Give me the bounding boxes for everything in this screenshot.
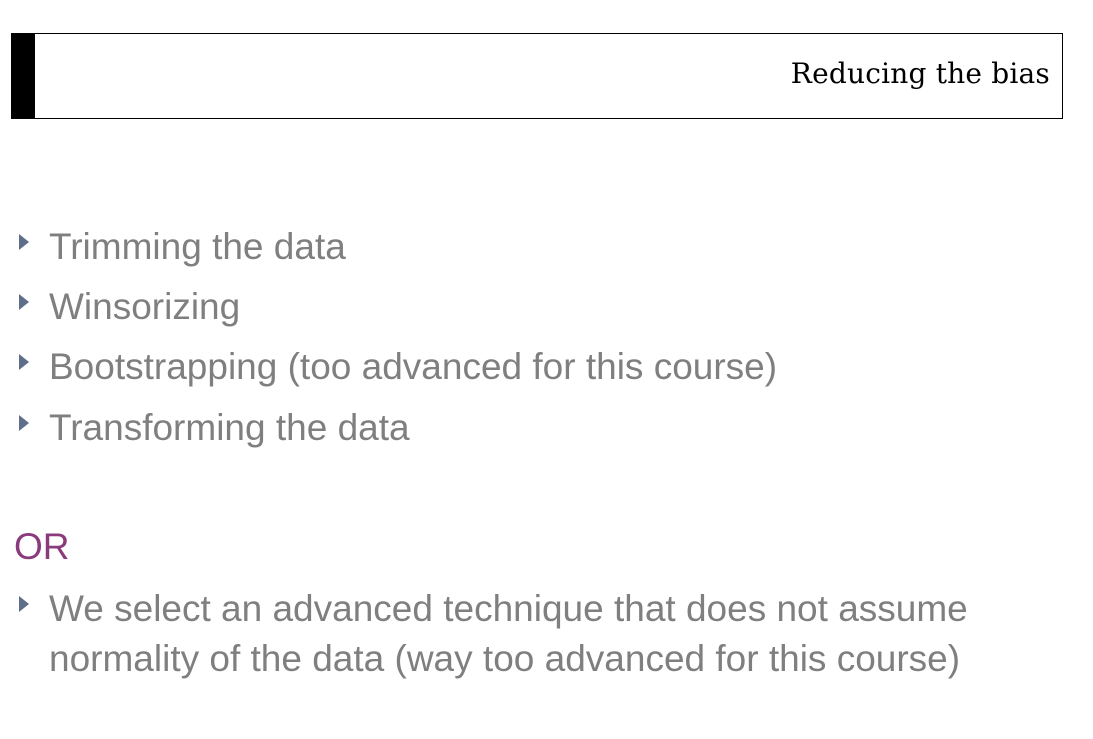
bullet-item: Transforming the data	[14, 403, 410, 453]
alternative-bullet-line-2: normality of the data (way too advanced …	[49, 638, 961, 679]
bullet-text: Bootstrapping (too advanced for this cou…	[49, 346, 778, 387]
alternative-bullet-item: We select an advanced technique that doe…	[14, 584, 1039, 684]
triangle-bullet-icon	[19, 234, 29, 250]
triangle-bullet-icon	[19, 294, 29, 310]
alternative-bullet-line-1: We select an advanced technique that doe…	[49, 588, 968, 629]
triangle-bullet-icon	[19, 354, 29, 370]
or-label: OR	[14, 526, 70, 567]
slide-content: Trimming the data Winsorizing Bootstrapp…	[0, 0, 1093, 739]
bullet-item: Bootstrapping (too advanced for this cou…	[14, 342, 777, 392]
bullet-item: Winsorizing	[14, 282, 240, 332]
bullet-text: Transforming the data	[49, 407, 410, 448]
bullet-text: Winsorizing	[49, 286, 241, 327]
triangle-bullet-icon	[19, 415, 29, 431]
bullet-item: Trimming the data	[14, 222, 346, 272]
alternative-bullet-text: We select an advanced technique that doe…	[49, 584, 1039, 684]
bullet-text: Trimming the data	[49, 226, 346, 267]
triangle-bullet-icon	[19, 596, 29, 612]
